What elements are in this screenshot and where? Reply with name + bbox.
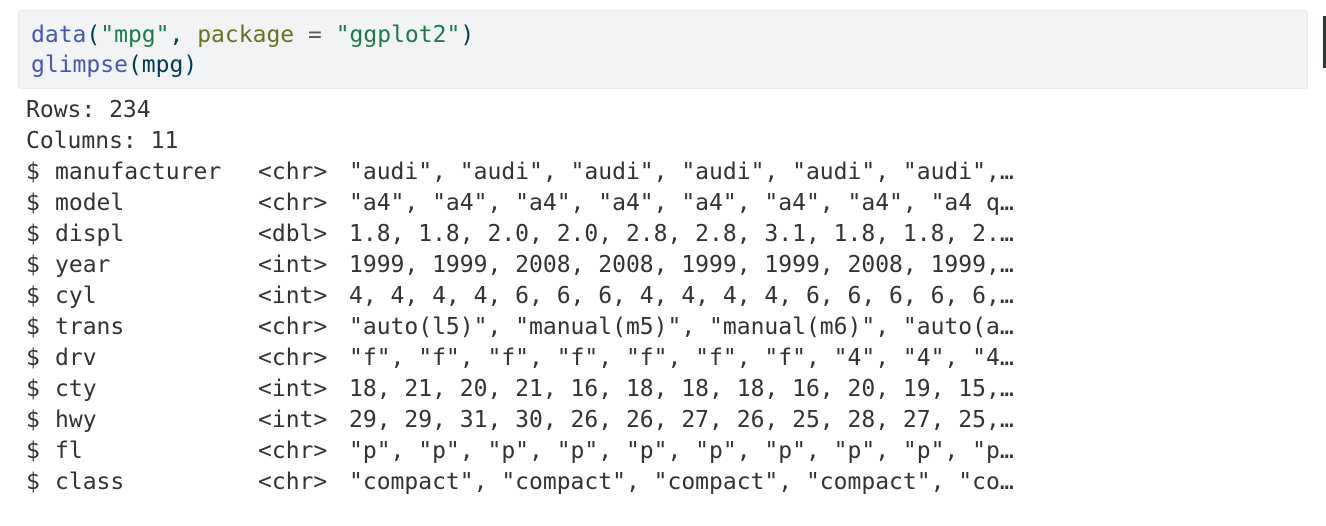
paren-open: ( xyxy=(86,22,101,48)
variable-values: 1999, 1999, 2008, 2008, 1999, 1999, 2008… xyxy=(349,252,1014,278)
variable-row: $ model <chr> "a4", "a4", "a4", "a4", "a4",… xyxy=(26,188,1316,219)
variable-name: class xyxy=(55,469,125,495)
paren-close: ) xyxy=(183,52,198,78)
dollar-sign: $ xyxy=(26,438,40,464)
variable-name: cty xyxy=(55,376,97,402)
variable-values: 29, 29, 31, 30, 26, 26, 27, 26, 25, 28, … xyxy=(349,407,1014,433)
variable-type: <chr> xyxy=(258,469,328,495)
variable-name: year xyxy=(55,252,111,278)
variable-values: "compact", "compact", "compact", "compac… xyxy=(349,469,1014,495)
variable-type: <int> xyxy=(258,283,328,309)
variable-name: fl xyxy=(55,438,83,464)
variable-type: <int> xyxy=(258,407,328,433)
variable-name: displ xyxy=(55,221,125,247)
code-line-glimpse: glimpse(mpg) xyxy=(31,50,1307,80)
dollar-sign: $ xyxy=(26,190,40,216)
variable-row: $ class <chr> "compact", "compact", "compac… xyxy=(26,467,1316,498)
variable-type: <int> xyxy=(258,252,328,278)
variable-row: $ hwy <int> 29, 29, 31, 30, 26, 26, 27, 26,… xyxy=(26,405,1316,436)
variable-values: 1.8, 1.8, 2.0, 2.0, 2.8, 2.8, 3.1, 1.8, … xyxy=(349,221,1014,247)
variable-row: $ cyl <int> 4, 4, 4, 4, 6, 6, 6, 4, 4, 4, 4… xyxy=(26,281,1316,312)
dollar-sign: $ xyxy=(26,376,40,402)
variable-values: "a4", "a4", "a4", "a4", "a4", "a4", "a4"… xyxy=(349,190,1014,216)
variable-type: <chr> xyxy=(258,159,328,185)
dollar-sign: $ xyxy=(26,252,40,278)
variable-name: cyl xyxy=(55,283,97,309)
variable-name: hwy xyxy=(55,407,97,433)
variable-values: 4, 4, 4, 4, 6, 6, 6, 4, 4, 4, 4, 6, 6, 6… xyxy=(349,283,1014,309)
variable-values: 18, 21, 20, 21, 16, 18, 18, 18, 16, 20, … xyxy=(349,376,1014,402)
columns-line: Columns: 11 xyxy=(26,128,179,154)
variable-values: "audi", "audi", "audi", "audi", "audi", … xyxy=(349,159,1014,185)
variable-type: <chr> xyxy=(258,190,328,216)
variable-name: trans xyxy=(55,314,125,340)
variable-values: "auto(l5)", "manual(m5)", "manual(m6)", … xyxy=(349,314,1014,340)
argument-value: mpg xyxy=(141,52,184,78)
variable-type: <chr> xyxy=(258,314,328,340)
variable-row: $ trans <chr> "auto(l5)", "manual(m5)", "ma… xyxy=(26,312,1316,343)
code-line-data: data("mpg", package = "ggplot2") xyxy=(31,20,1307,50)
function-name: data xyxy=(31,22,87,48)
variable-row: $ cty <int> 18, 21, 20, 21, 16, 18, 18, 18,… xyxy=(26,374,1316,405)
function-name: glimpse xyxy=(31,52,128,78)
dollar-sign: $ xyxy=(26,469,40,495)
variable-row: $ year <int> 1999, 1999, 2008, 2008, 1999, … xyxy=(26,250,1316,281)
dollar-sign: $ xyxy=(26,314,40,340)
variable-name: drv xyxy=(55,345,97,371)
paren-open: ( xyxy=(127,52,142,78)
dollar-sign: $ xyxy=(26,221,40,247)
dollar-sign: $ xyxy=(26,159,40,185)
variable-type: <dbl> xyxy=(258,221,328,247)
variable-type: <chr> xyxy=(258,345,328,371)
variable-row: $ drv <chr> "f", "f", "f", "f", "f", "f", "… xyxy=(26,343,1316,374)
variable-values: "f", "f", "f", "f", "f", "f", "f", "4", … xyxy=(349,345,1014,371)
dollar-sign: $ xyxy=(26,407,40,433)
variable-type: <chr> xyxy=(258,438,328,464)
code-block: data("mpg", package = "ggplot2") glimpse… xyxy=(18,10,1308,89)
string-literal: "mpg" xyxy=(100,22,170,48)
comma: , xyxy=(169,22,198,48)
assignment-operator: = xyxy=(294,22,336,48)
string-literal: "ggplot2" xyxy=(335,22,461,48)
paren-close: ) xyxy=(460,22,475,48)
rows-line: Rows: 234 xyxy=(26,97,151,123)
dollar-sign: $ xyxy=(26,283,40,309)
variable-row: $ displ <dbl> 1.8, 1.8, 2.0, 2.0, 2.8, 2.8,… xyxy=(26,219,1316,250)
variable-values: "p", "p", "p", "p", "p", "p", "p", "p", … xyxy=(349,438,1014,464)
console-output: Rows: 234 Columns: 11 $ manufacturer <chr>… xyxy=(26,95,1316,498)
argument-name: package xyxy=(197,22,295,48)
variable-name: model xyxy=(55,190,125,216)
variable-row: $ manufacturer <chr> "audi", "audi", "audi"… xyxy=(26,157,1316,188)
variable-row: $ fl <chr> "p", "p", "p", "p", "p", "p", "p… xyxy=(26,436,1316,467)
variable-name: manufacturer xyxy=(55,159,222,185)
dollar-sign: $ xyxy=(26,345,40,371)
variable-type: <int> xyxy=(258,376,328,402)
